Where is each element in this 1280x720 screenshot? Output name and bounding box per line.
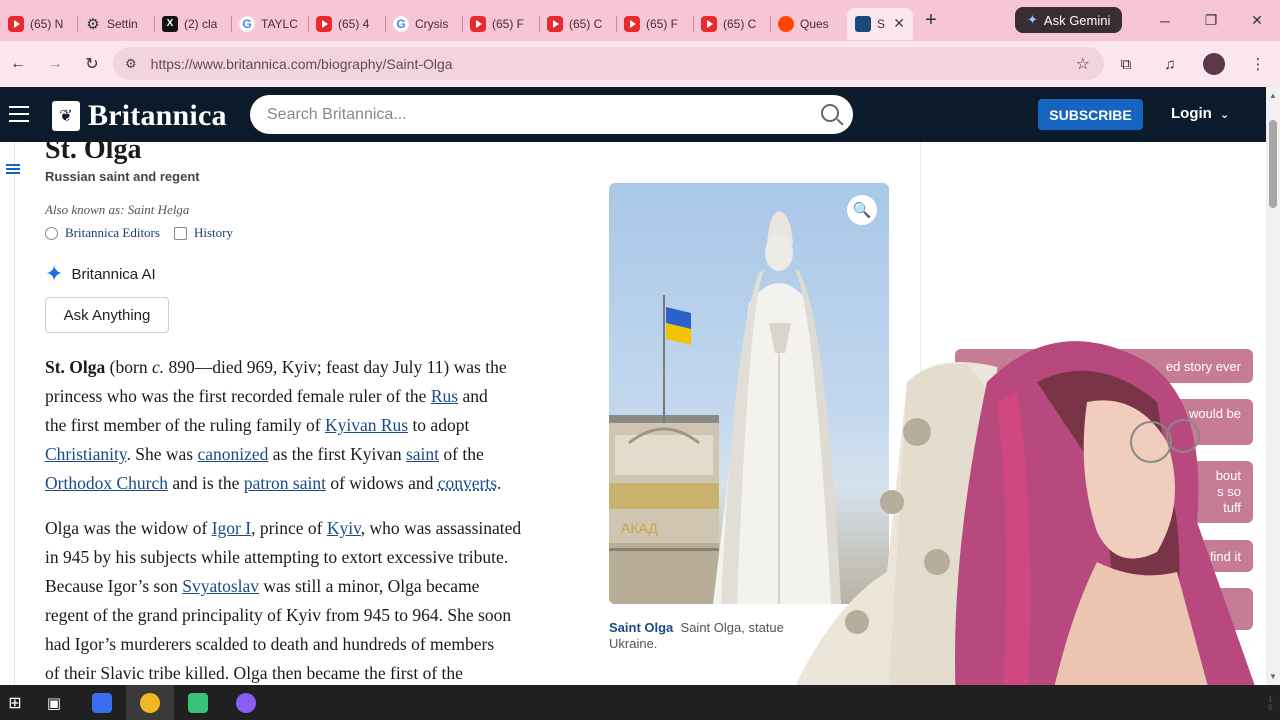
forward-button[interactable]: → <box>37 46 73 82</box>
link-svyatoslav[interactable]: Svyatoslav <box>182 576 259 596</box>
extensions-icon[interactable]: ⧉ <box>1104 56 1148 73</box>
browser-tab[interactable]: X (2) cla <box>154 8 231 40</box>
browser-tab[interactable]: (65) 4 <box>308 8 385 40</box>
browser-tab[interactable]: (65) C <box>539 8 616 40</box>
link-orthodox-church[interactable]: Orthodox Church <box>45 473 168 493</box>
link-kyiv[interactable]: Kyiv <box>327 518 361 538</box>
also-known-as: Also known as: Saint Helga <box>45 202 190 217</box>
history-link[interactable]: History <box>194 225 233 241</box>
bookmark-star-icon[interactable]: ☆ <box>1076 54 1090 74</box>
scroll-counter: 1 6 <box>1268 695 1273 712</box>
ask-gemini-button[interactable]: ✦ Ask Gemini <box>1015 7 1123 33</box>
youtube-icon <box>701 15 717 32</box>
editors-link[interactable]: Britannica Editors <box>65 225 160 241</box>
x-icon: X <box>162 15 178 32</box>
link-canonized[interactable]: canonized <box>197 444 268 464</box>
youtube-icon <box>624 15 640 32</box>
browser-tab[interactable]: (65) C <box>693 8 770 40</box>
task-view-icon[interactable]: ▣ <box>30 685 78 720</box>
svg-text:АКАД: АКАД <box>621 520 658 536</box>
taskbar: ⊞ ▣ <box>0 685 1280 720</box>
site-header: ❦ Britannica Search Britannica... SUBSCR… <box>0 87 1266 142</box>
minimize-icon[interactable]: ─ <box>1142 0 1188 41</box>
history-icon <box>173 226 187 240</box>
link-igor-i[interactable]: Igor I <box>212 518 251 538</box>
youtube-icon <box>8 15 24 32</box>
divider <box>14 142 15 685</box>
url-text: https://www.britannica.com/biography/Sai… <box>150 55 453 72</box>
reddit-icon <box>778 15 794 32</box>
close-tab-icon[interactable]: ✕ <box>893 15 905 32</box>
reload-button[interactable]: ↻ <box>74 46 110 82</box>
thistle-logo-icon: ❦ <box>52 101 80 131</box>
intro-paragraph: St. Olga (born c. 890—died 969, Kyiv; fe… <box>45 357 507 493</box>
scroll-down-icon[interactable]: ▼ <box>1269 672 1277 681</box>
app-icon[interactable] <box>174 685 222 720</box>
link-christianity[interactable]: Christianity <box>45 444 127 464</box>
link-rus[interactable]: Rus <box>431 386 458 406</box>
link-patron-saint[interactable]: patron saint <box>244 473 326 493</box>
youtube-icon <box>316 15 332 32</box>
youtube-icon <box>547 15 563 32</box>
browser-tab[interactable]: ⚙ Settin <box>77 8 154 40</box>
scroll-up-icon[interactable]: ▲ <box>1269 91 1277 100</box>
webcam-video <box>797 341 1267 720</box>
google-icon: G <box>239 15 255 32</box>
table-of-contents-icon[interactable] <box>6 164 20 174</box>
body-paragraph: Olga was the widow of Igor I, prince of … <box>45 518 522 683</box>
menu-kebab-icon[interactable]: ⋮ <box>1236 55 1280 73</box>
britannica-icon <box>855 15 871 32</box>
gemini-icon: ✦ <box>1027 12 1038 27</box>
browser-tab[interactable]: G TAYLC <box>231 8 308 40</box>
restore-icon[interactable]: ❐ <box>1188 0 1234 41</box>
zoom-icon[interactable]: 🔍 <box>847 195 877 225</box>
browser-tab-active[interactable]: S ✕ <box>847 7 913 40</box>
address-bar[interactable]: ⚙ https://www.britannica.com/biography/S… <box>113 47 1104 80</box>
search-icon[interactable] <box>821 104 839 122</box>
chrome-icon[interactable] <box>126 685 174 720</box>
page-scrollbar[interactable]: ▲ ▼ <box>1266 87 1280 685</box>
image-caption: Saint Olga Saint Olga, statue Ukraine. <box>609 620 784 651</box>
scrollbar-thumb[interactable] <box>1269 120 1277 208</box>
browser-toolbar: ← → ↻ ⚙ https://www.britannica.com/biogr… <box>0 41 1280 87</box>
browser-tab[interactable]: (65) N <box>0 8 77 40</box>
youtube-icon <box>470 15 486 32</box>
search-input[interactable]: Search Britannica... <box>250 95 853 134</box>
link-kyivan-rus[interactable]: Kyivan Rus <box>325 415 408 435</box>
tab-strip: (65) N ⚙ Settin X (2) cla G TAYLC (65) 4 GC… <box>0 0 1280 41</box>
sparkle-icon: ✦ <box>45 261 64 286</box>
britannica-ai-label: ✦ Britannica AI <box>45 261 156 286</box>
britannica-logo[interactable]: ❦ Britannica <box>52 99 227 133</box>
link-converts[interactable]: converts <box>438 473 497 493</box>
close-window-icon[interactable]: ✕ <box>1234 0 1280 41</box>
gear-icon: ⚙ <box>86 15 100 33</box>
page-title: St. Olga <box>45 134 142 165</box>
new-tab-button[interactable]: + <box>915 9 947 32</box>
hamburger-menu-icon[interactable] <box>9 106 29 122</box>
subscribe-button[interactable]: SUBSCRIBE <box>1038 99 1143 130</box>
article-meta: Britannica Editors History <box>45 225 233 241</box>
page-subtitle: Russian saint and regent <box>45 169 200 184</box>
site-info-icon[interactable]: ⚙ <box>125 56 137 72</box>
app-icon[interactable] <box>78 685 126 720</box>
google-icon: G <box>393 15 409 32</box>
link-saint[interactable]: saint <box>406 444 439 464</box>
ask-anything-button[interactable]: Ask Anything <box>45 297 169 333</box>
media-control-icon[interactable]: ♫ <box>1148 56 1192 73</box>
window-controls: ─ ❐ ✕ <box>1142 0 1280 41</box>
chevron-down-icon: ⌄ <box>1220 109 1230 121</box>
windows-start-icon[interactable]: ⊞ <box>0 685 30 720</box>
discord-icon[interactable] <box>222 685 270 720</box>
browser-tab[interactable]: Ques <box>770 8 847 40</box>
user-icon <box>45 226 58 240</box>
webcam-overlay <box>797 322 1267 720</box>
login-button[interactable]: Login ⌄ <box>1171 105 1229 122</box>
profile-avatar[interactable] <box>1203 53 1225 75</box>
back-button[interactable]: ← <box>0 46 36 82</box>
browser-tab[interactable]: G Crysis <box>385 8 462 40</box>
browser-tab[interactable]: (65) F <box>462 8 539 40</box>
browser-tab[interactable]: (65) F <box>616 8 693 40</box>
